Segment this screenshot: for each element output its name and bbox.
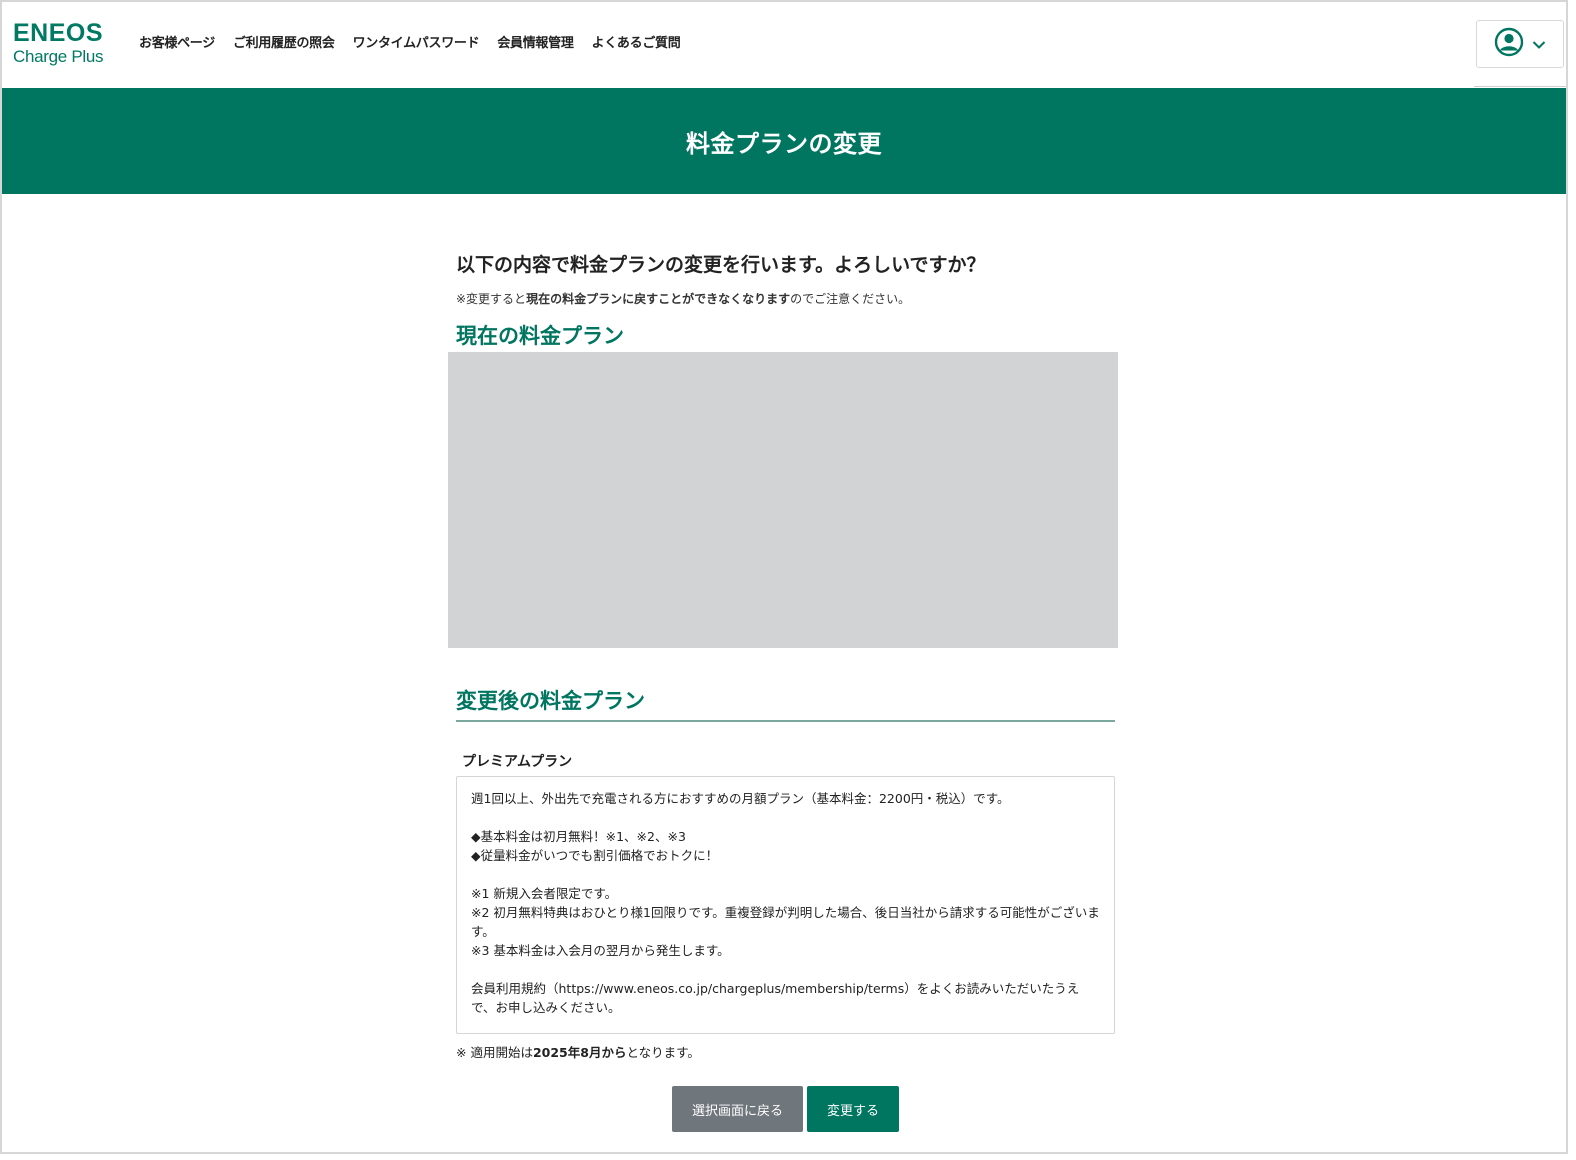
page-frame: ENEOS Charge Plus お客様ページ ご利用履歴の照会 ワンタイムパ…: [0, 0, 1568, 1154]
user-circle-icon: [1494, 27, 1524, 61]
notice-bold: 現在の料金プランに戻すことができなくなります: [526, 292, 791, 306]
current-plan-title: 現在の料金プラン: [456, 324, 624, 348]
change-warning: ※変更すると現在の料金プランに戻すことができなくなりますのでご注意ください。: [456, 290, 910, 307]
eneos-chargeplus-logo[interactable]: ENEOS Charge Plus: [13, 19, 123, 67]
nav-faq[interactable]: よくあるご質問: [592, 32, 681, 51]
nav-one-time-password[interactable]: ワンタイムパスワード: [353, 32, 480, 51]
current-plan-placeholder: [448, 352, 1118, 648]
nav-usage-history[interactable]: ご利用履歴の照会: [233, 32, 335, 51]
start-note-post: となります。: [626, 1045, 700, 1060]
main-content: 以下の内容で料金プランの変更を行います。よろしいですか？ ※変更すると現在の料金…: [2, 194, 1566, 1152]
site-header: ENEOS Charge Plus お客様ページ ご利用履歴の照会 ワンタイムパ…: [2, 2, 1566, 88]
new-plan-name: プレミアムプラン: [462, 754, 573, 770]
logo-top-text: ENEOS: [13, 19, 104, 47]
logo-bottom-text: Charge Plus: [13, 47, 104, 66]
notice-pre: ※変更すると: [456, 292, 527, 306]
confirm-change-button[interactable]: 変更する: [807, 1086, 899, 1132]
new-plan-title: 変更後の料金プラン: [456, 689, 645, 713]
start-date-note: ※ 適用開始は2025年8月からとなります。: [456, 1042, 700, 1061]
back-to-selection-button[interactable]: 選択画面に戻る: [672, 1086, 803, 1132]
page-title: 料金プランの変更: [686, 129, 882, 158]
new-plan-description: 週1回以上、外出先で充電される方におすすめの月額プラン（基本料金：2200円・税…: [456, 776, 1115, 1034]
chevron-down-icon: [1532, 35, 1546, 54]
nav-member-info[interactable]: 会員情報管理: [497, 32, 574, 51]
notice-post: のでご注意ください。: [790, 292, 911, 306]
page-title-banner: 料金プランの変更: [2, 88, 1566, 194]
confirm-question: 以下の内容で料金プランの変更を行います。よろしいですか？: [456, 254, 986, 276]
user-menu-divider: [1474, 86, 1566, 87]
start-note-pre: ※ 適用開始は: [456, 1045, 533, 1060]
start-note-bold: 2025年8月から: [532, 1045, 627, 1060]
global-nav: お客様ページ ご利用履歴の照会 ワンタイムパスワード 会員情報管理 よくあるご質…: [139, 32, 681, 51]
section-divider: [456, 720, 1115, 722]
nav-customer-page[interactable]: お客様ページ: [139, 32, 215, 51]
user-menu-button[interactable]: [1476, 20, 1564, 68]
